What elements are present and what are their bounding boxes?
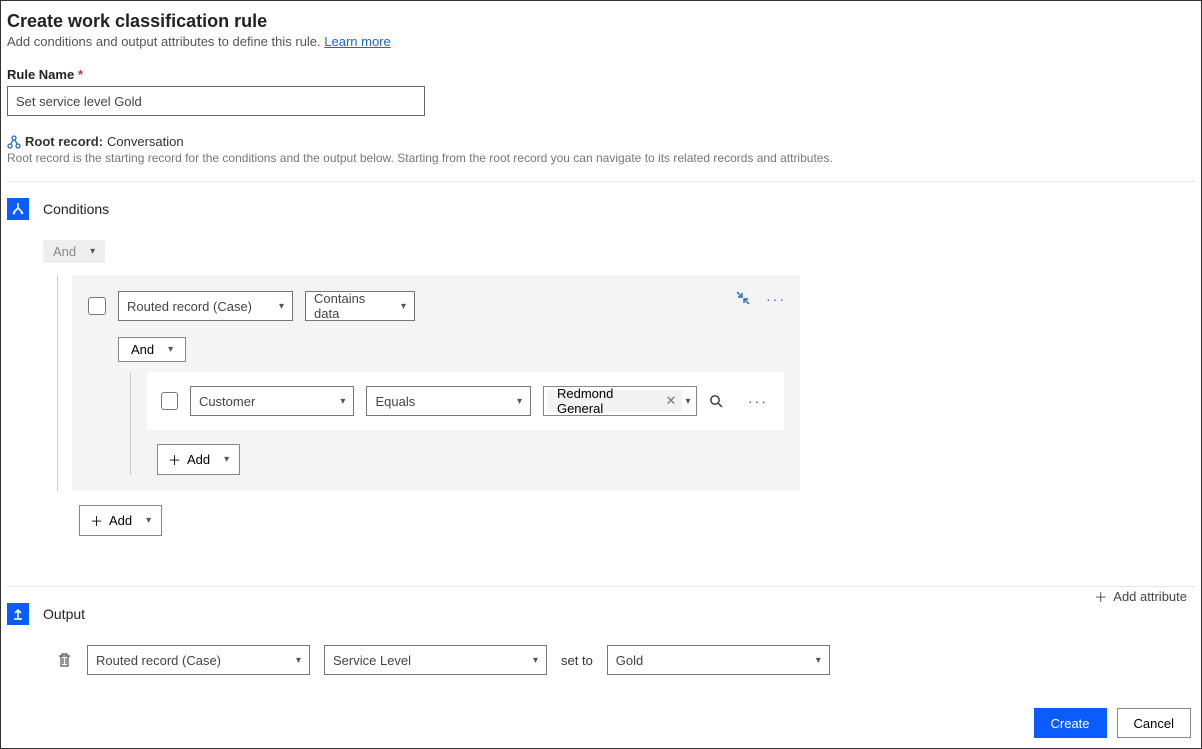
operator-select[interactable]: Contains data▾	[305, 291, 415, 321]
chevron-down-icon: ▾	[279, 301, 284, 312]
root-record-description: Root record is the starting record for t…	[7, 151, 1195, 165]
remove-value-icon[interactable]: ✕	[666, 393, 677, 409]
cancel-button[interactable]: Cancel	[1117, 708, 1191, 738]
page-subtitle: Add conditions and output attributes to …	[7, 34, 1195, 49]
more-icon[interactable]: ···	[746, 393, 770, 409]
rule-name-label: Rule Name *	[7, 67, 1195, 82]
root-operator[interactable]: And▾	[43, 240, 105, 263]
chevron-down-icon: ▾	[517, 396, 522, 407]
chevron-down-icon: ▾	[816, 655, 821, 666]
conditions-icon	[7, 198, 29, 220]
add-condition-inner-button[interactable]: ＋ Add ▾	[157, 444, 240, 475]
root-record-icon	[7, 135, 21, 149]
attribute-select[interactable]: Customer▾	[190, 386, 355, 416]
chevron-down-icon: ▾	[685, 396, 690, 407]
condition-group: ··· Routed record (Case)▾ Contains data▾…	[72, 275, 800, 491]
chevron-down-icon: ▾	[146, 515, 151, 526]
entity-select[interactable]: Routed record (Case)▾	[118, 291, 293, 321]
create-button[interactable]: Create	[1034, 708, 1107, 738]
chevron-down-icon: ▾	[224, 454, 229, 465]
conditions-title: Conditions	[43, 201, 109, 217]
more-icon[interactable]: ···	[766, 291, 786, 307]
plus-icon: ＋	[168, 450, 181, 469]
plus-icon: ＋	[90, 511, 103, 530]
page-title: Create work classification rule	[7, 11, 1195, 32]
nested-condition-row: Customer▾ Equals▾ Redmond General ✕	[147, 372, 784, 430]
root-record-label: Root record:	[25, 134, 103, 149]
search-icon[interactable]	[709, 394, 733, 409]
subtitle-text: Add conditions and output attributes to …	[7, 34, 324, 49]
output-title: Output	[43, 606, 85, 622]
condition-checkbox[interactable]	[161, 392, 178, 410]
chevron-down-icon: ▾	[296, 655, 301, 666]
chevron-down-icon: ▾	[90, 246, 95, 257]
operator-select[interactable]: Equals▾	[366, 386, 531, 416]
root-record-value: Conversation	[107, 134, 184, 149]
delete-output-icon[interactable]	[57, 652, 73, 668]
output-attribute-select[interactable]: Service Level▾	[324, 645, 547, 675]
add-attribute-button[interactable]: ＋Add attribute	[1094, 587, 1187, 606]
condition-checkbox[interactable]	[88, 297, 106, 315]
value-pill-text: Redmond General	[557, 386, 660, 416]
set-to-label: set to	[561, 653, 593, 668]
plus-icon: ＋	[1094, 587, 1107, 606]
value-select[interactable]: Redmond General ✕ ▾	[543, 386, 698, 416]
output-value-select[interactable]: Gold▾	[607, 645, 830, 675]
sub-operator[interactable]: And▾	[118, 337, 186, 362]
chevron-down-icon: ▾	[401, 301, 406, 312]
chevron-down-icon: ▾	[168, 344, 173, 355]
chevron-down-icon: ▾	[340, 396, 345, 407]
learn-more-link[interactable]: Learn more	[324, 34, 390, 49]
chevron-down-icon: ▾	[533, 655, 538, 666]
rule-name-input[interactable]	[7, 86, 425, 116]
collapse-icon[interactable]	[736, 291, 750, 307]
output-icon	[7, 603, 29, 625]
output-entity-select[interactable]: Routed record (Case)▾	[87, 645, 310, 675]
add-condition-outer-button[interactable]: ＋ Add ▾	[79, 505, 162, 536]
